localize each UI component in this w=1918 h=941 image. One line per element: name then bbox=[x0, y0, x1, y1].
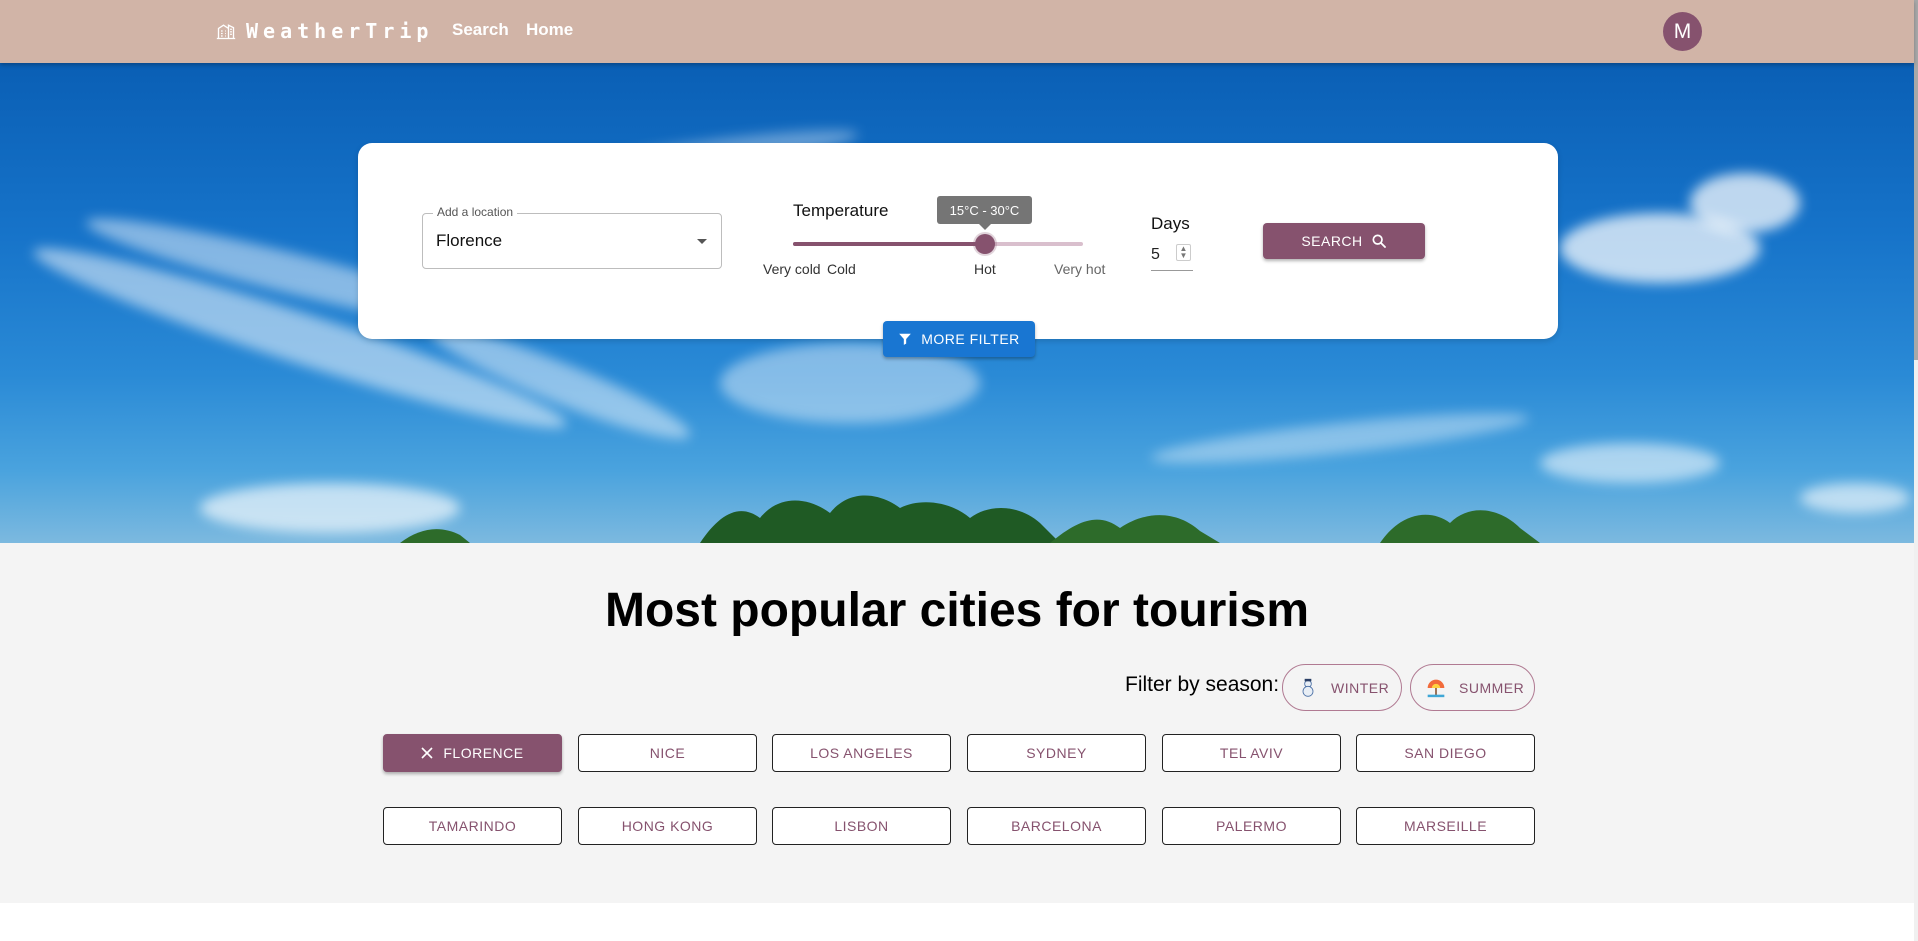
building-icon bbox=[216, 24, 236, 40]
city-chip-label: SYDNEY bbox=[1026, 745, 1087, 761]
location-select[interactable]: Add a location Florence bbox=[422, 205, 722, 269]
city-chip-label: NICE bbox=[649, 745, 686, 761]
city-chip-label: LOS ANGELES bbox=[810, 745, 913, 761]
city-chip-label: LISBON bbox=[834, 818, 889, 834]
season-summer-button[interactable]: SUMMER bbox=[1410, 664, 1535, 711]
city-chip-lisbon[interactable]: LISBON bbox=[772, 807, 951, 845]
city-chip-sydney[interactable]: SYDNEY bbox=[967, 734, 1146, 772]
more-filter-button[interactable]: MORE FILTER bbox=[883, 321, 1035, 357]
days-spinner-icon[interactable]: ▲ ▼ bbox=[1176, 244, 1191, 261]
city-chip-marseille[interactable]: MARSEILLE bbox=[1356, 807, 1535, 845]
city-chip-tamarindo[interactable]: TAMARINDO bbox=[383, 807, 562, 845]
city-chip-florence[interactable]: FLORENCE bbox=[383, 734, 562, 772]
season-summer-label: SUMMER bbox=[1459, 679, 1525, 696]
snowman-icon bbox=[1297, 677, 1319, 699]
popular-cities-section: Most popular cities for tourism Filter b… bbox=[0, 543, 1914, 903]
close-icon[interactable] bbox=[421, 747, 433, 759]
days-label: Days bbox=[1151, 214, 1190, 233]
section-title: Most popular cities for tourism bbox=[604, 584, 1310, 637]
season-filter-label: Filter by season: bbox=[1125, 673, 1280, 696]
city-chip-hong-kong[interactable]: HONG KONG bbox=[578, 807, 757, 845]
page: WeatherTrip Search Home M Add a location… bbox=[0, 0, 1918, 941]
city-chip-nice[interactable]: NICE bbox=[578, 734, 757, 772]
dropdown-arrow-icon[interactable] bbox=[697, 239, 707, 244]
nav-home-link[interactable]: Home bbox=[526, 20, 573, 40]
cloud bbox=[1149, 403, 1531, 473]
city-chip-label: FLORENCE bbox=[443, 745, 524, 761]
city-chip-label: PALERMO bbox=[1216, 818, 1287, 834]
temp-mark-very-hot: Very hot bbox=[1054, 261, 1106, 277]
temperature-slider-track[interactable] bbox=[793, 242, 985, 246]
city-chip-los-angeles[interactable]: LOS ANGELES bbox=[772, 734, 951, 772]
avatar[interactable]: M bbox=[1663, 12, 1702, 51]
city-chip-label: TEL AVIV bbox=[1219, 745, 1284, 761]
city-chip-palermo[interactable]: PALERMO bbox=[1162, 807, 1341, 845]
temp-mark-very-cold: Very cold bbox=[763, 261, 821, 277]
filter-icon bbox=[899, 333, 912, 345]
days-value: 5 bbox=[1151, 246, 1160, 263]
nav-search-link[interactable]: Search bbox=[452, 20, 509, 40]
season-winter-label: WINTER bbox=[1331, 679, 1390, 696]
palm-trees-image bbox=[400, 495, 1540, 543]
cloud bbox=[1540, 443, 1720, 483]
search-button-label: SEARCH bbox=[1301, 233, 1363, 249]
page-scrollbar-thumb[interactable] bbox=[1914, 0, 1918, 360]
temp-mark-cold: Cold bbox=[827, 261, 856, 277]
location-label: Add a location bbox=[433, 205, 518, 219]
temperature-label: Temperature bbox=[793, 201, 889, 220]
location-value: Florence bbox=[436, 231, 503, 250]
city-chip-label: SAN DIEGO bbox=[1404, 745, 1487, 761]
city-chip-label: TAMARINDO bbox=[428, 818, 517, 834]
logo[interactable]: WeatherTrip bbox=[216, 19, 433, 43]
beach-icon bbox=[1425, 677, 1447, 699]
app-bar: WeatherTrip Search Home M bbox=[0, 0, 1914, 63]
season-winter-button[interactable]: WINTER bbox=[1282, 664, 1402, 711]
search-button[interactable]: SEARCH bbox=[1263, 223, 1425, 259]
logo-text: WeatherTrip bbox=[246, 19, 434, 43]
search-icon bbox=[1372, 234, 1386, 248]
temperature-tooltip: 15°C - 30°C bbox=[937, 196, 1032, 230]
city-chip-tel-aviv[interactable]: TEL AVIV bbox=[1162, 734, 1341, 772]
more-filter-label: MORE FILTER bbox=[921, 331, 1020, 347]
city-chip-label: HONG KONG bbox=[621, 818, 714, 834]
city-chip-label: MARSEILLE bbox=[1403, 818, 1488, 834]
temperature-slider-thumb[interactable] bbox=[975, 234, 995, 254]
days-input[interactable]: 5 ▲ ▼ bbox=[1151, 241, 1193, 271]
temp-mark-hot: Hot bbox=[974, 261, 996, 277]
city-chip-san-diego[interactable]: SAN DIEGO bbox=[1356, 734, 1535, 772]
cloud bbox=[1690, 173, 1800, 233]
city-chip-barcelona[interactable]: BARCELONA bbox=[967, 807, 1146, 845]
city-chip-label: BARCELONA bbox=[1011, 818, 1102, 834]
search-card: Add a location Florence Temperature 15°C… bbox=[358, 143, 1558, 339]
